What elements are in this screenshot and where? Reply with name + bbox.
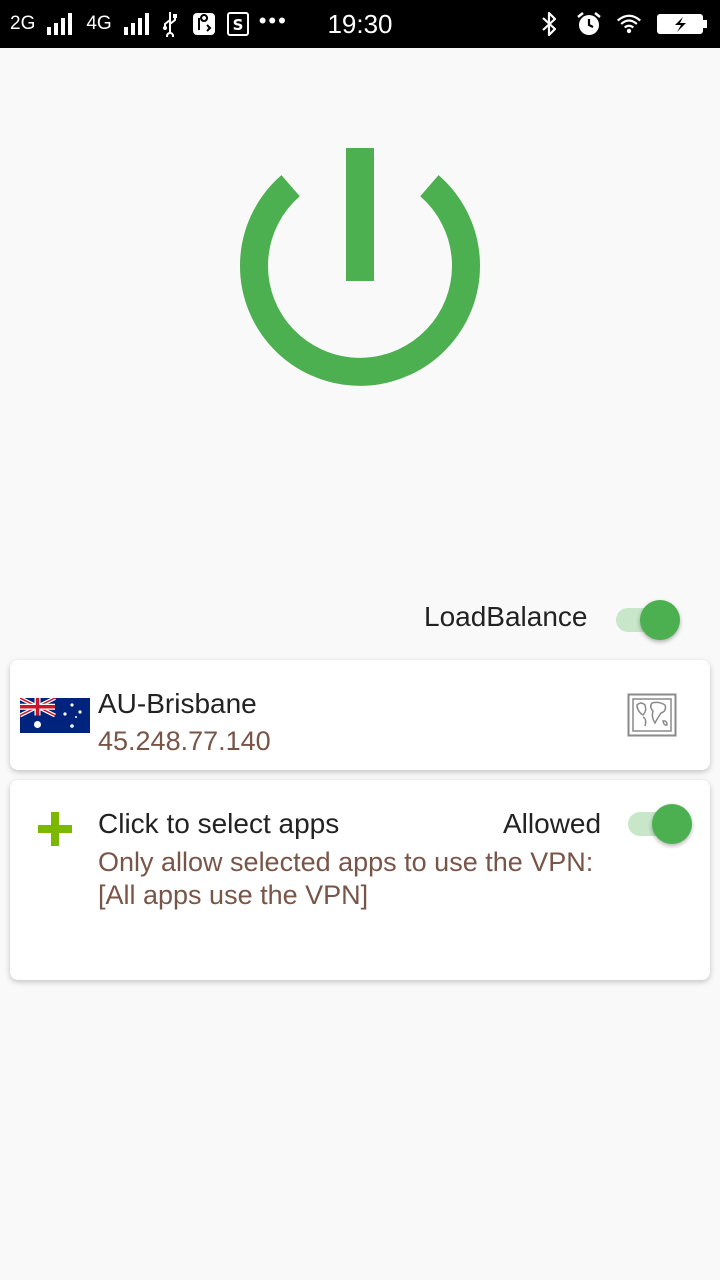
- alarm-icon: [576, 11, 602, 37]
- notification-icon: [191, 11, 217, 37]
- power-icon: [240, 148, 480, 386]
- plus-icon[interactable]: [36, 810, 74, 848]
- apps-description-line-1: Only allow selected apps to use the VPN:: [98, 847, 594, 877]
- signal-bars-icon: [123, 13, 149, 35]
- battery-charging-icon: [656, 11, 708, 37]
- allowed-toggle[interactable]: [626, 800, 696, 844]
- server-name: AU-Brisbane: [98, 688, 257, 719]
- allowed-label: Allowed: [503, 808, 602, 839]
- status-bar-left: 2G 4G S •••: [10, 0, 288, 48]
- load-balance-toggle[interactable]: [614, 596, 684, 640]
- network-4g-label: 4G: [86, 13, 112, 34]
- toggle-thumb: [652, 804, 692, 844]
- server-card[interactable]: AU-Brisbane 45.248.77.140: [10, 660, 710, 770]
- bluetooth-icon: [536, 11, 562, 37]
- toggle-thumb: [640, 600, 680, 640]
- apps-description: Only allow selected apps to use the VPN:…: [98, 846, 593, 912]
- svg-text:S: S: [232, 16, 243, 34]
- map-icon[interactable]: [627, 693, 677, 737]
- signal-bars-icon: [47, 13, 73, 35]
- usb-icon: [157, 11, 183, 37]
- australia-flag-icon: [20, 698, 90, 733]
- power-button[interactable]: [235, 143, 485, 393]
- select-apps-button[interactable]: Click to select apps: [98, 808, 339, 840]
- status-bar-right: [536, 0, 708, 48]
- more-dots-icon: •••: [258, 8, 288, 33]
- status-bar: 2G 4G S ••• 19:30: [0, 0, 720, 48]
- load-balance-label: LoadBalance: [424, 601, 588, 632]
- apps-card: Click to select apps Allowed Only allow …: [10, 780, 710, 980]
- apps-description-line-2: [All apps use the VPN]: [98, 880, 369, 910]
- sim-icon: S: [225, 11, 251, 37]
- network-2g-label: 2G: [10, 13, 36, 34]
- wifi-icon: [616, 11, 642, 37]
- server-ip: 45.248.77.140: [98, 726, 271, 756]
